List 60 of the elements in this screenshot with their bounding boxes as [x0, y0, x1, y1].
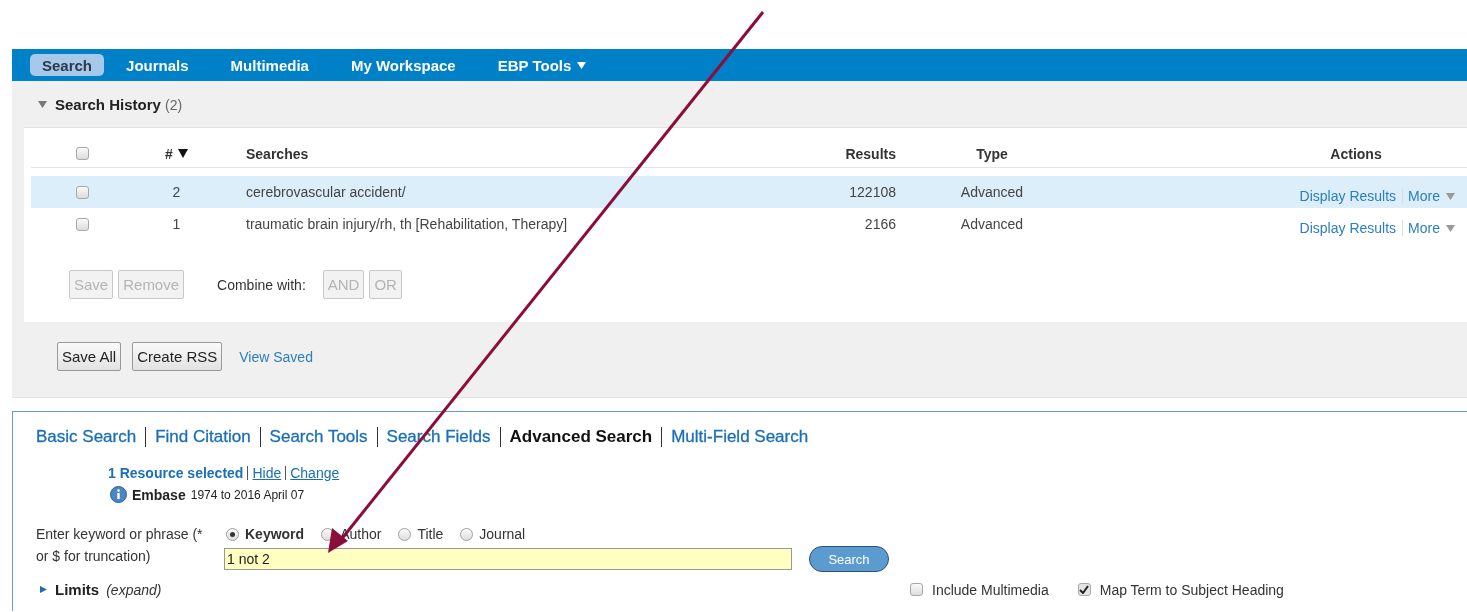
table-cell-text: cerebrovascular accident/ [245, 184, 406, 200]
table-cell: Advanced [960, 184, 1024, 200]
checkbox-label[interactable]: Include Multimedia [932, 581, 1049, 598]
expand-hint: (expand) [106, 581, 162, 598]
search-tab[interactable]: Multi-Field Search [661, 427, 818, 447]
radio-button[interactable] [460, 527, 474, 541]
radio-label[interactable]: Journal [479, 526, 526, 542]
column-header: Type [976, 145, 1008, 162]
field-label: Enter keyword or phrase (* or $ for truncation) [36, 525, 204, 566]
column-header[interactable]: # [165, 145, 173, 162]
checkbox-label[interactable]: Map Term to Subject Heading [1099, 581, 1284, 598]
caret-icon [1446, 192, 1455, 200]
checkbox[interactable] [75, 217, 89, 231]
column-header: Searches [245, 145, 309, 162]
nav-tab[interactable]: Journals [114, 54, 201, 76]
radio-label[interactable]: Keyword [245, 526, 305, 542]
nav-tab[interactable]: Search [30, 54, 105, 76]
table-cell: 2 [172, 184, 181, 200]
nav-tab[interactable]: EBP Tools [485, 54, 599, 76]
checkbox[interactable] [1077, 583, 1091, 596]
search-tab[interactable]: Basic Search [36, 427, 146, 447]
table-cell: Advanced [960, 216, 1024, 232]
checkbox[interactable] [75, 185, 89, 199]
search-button[interactable]: Search [809, 546, 889, 572]
resource-link[interactable]: Change [285, 466, 344, 480]
checkbox[interactable] [910, 583, 923, 596]
radio-label[interactable]: Title [417, 526, 444, 542]
nav-tab[interactable]: Multimedia [218, 54, 321, 76]
display-results-link[interactable]: Display Results [1299, 188, 1397, 204]
search-tab[interactable]: Advanced Search [499, 427, 662, 447]
info-icon[interactable] [110, 486, 127, 503]
database-name: Embase [132, 486, 186, 503]
resource-count: 1 Resource selected [108, 465, 245, 481]
action-button[interactable]: Create RSS [132, 342, 223, 371]
table-cell: 122108 [849, 184, 896, 200]
caret-icon [1446, 224, 1455, 232]
sort-icon[interactable] [177, 149, 188, 158]
radio-button[interactable] [226, 527, 239, 541]
section-title[interactable]: Search History (2) [55, 95, 183, 113]
column-header: Results [845, 145, 896, 162]
radio-button[interactable] [398, 527, 412, 541]
table-cell: 2166 [864, 216, 896, 232]
view-saved-link[interactable]: View Saved [239, 348, 313, 365]
column-header: Actions [1330, 145, 1382, 162]
table-cell-text: traumatic brain injury/rh, th [Rehabilitation, Therapy] [245, 216, 568, 232]
table-row[interactable]: 2 cerebrovascular accident/ 122108 Advanced Display Results More [31, 176, 1467, 208]
table-cell: 1 [172, 216, 181, 232]
search-field[interactable]: 1 not 2 [224, 548, 792, 570]
display-results-link[interactable]: Display Results [1299, 220, 1397, 236]
limits-toggle[interactable]: Limits [55, 581, 100, 598]
combine-label: Combine with: [217, 276, 306, 293]
search-tab[interactable]: Search Tools [259, 427, 377, 447]
database-coverage: 1974 to 2016 April 07 [190, 487, 305, 502]
search-tab[interactable]: Find Citation [145, 427, 260, 447]
nav-tab[interactable]: My Workspace [338, 54, 468, 76]
action-button[interactable]: Save All [57, 342, 122, 371]
more-link[interactable]: More [1402, 220, 1455, 236]
checkbox[interactable] [75, 147, 89, 160]
more-link[interactable]: More [1402, 188, 1455, 204]
resource-link[interactable]: Hide [247, 466, 286, 480]
